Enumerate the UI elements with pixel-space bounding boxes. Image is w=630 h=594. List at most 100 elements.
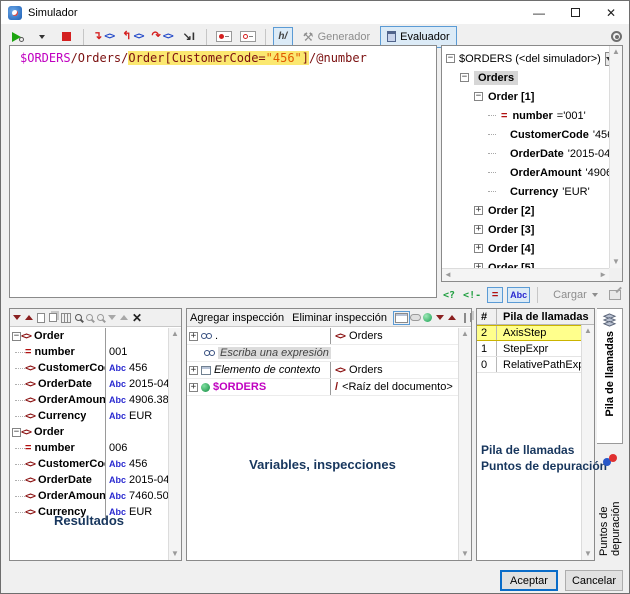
tree-node-order-4[interactable]: Order [4] [446, 239, 609, 258]
expand-icon[interactable] [474, 206, 483, 215]
scroll-up-icon[interactable]: ▲ [171, 330, 179, 338]
result-row[interactable]: <>OrderAmount Abc7460.50 [10, 488, 168, 504]
scroll-up-icon[interactable]: ▲ [584, 327, 592, 335]
tree-node-order-1[interactable]: Order [1] [446, 87, 609, 106]
tree-attr-number[interactable]: = number ='001' [446, 106, 609, 125]
tree-node-order-5[interactable]: Order [5] [446, 258, 609, 268]
variable-row-orders[interactable]: $ORDERS /<Raíz del documento> [187, 379, 458, 396]
context-element-row[interactable]: Elemento de contexto <>Orders [187, 362, 458, 379]
tree-node-orderdate[interactable]: OrderDate '2015-04-03' [446, 144, 609, 163]
clear-results-icon[interactable]: ✕ [132, 312, 142, 324]
settings-gear-icon[interactable] [611, 31, 622, 42]
show-context-toggle-icon[interactable] [410, 314, 421, 321]
move-down-icon[interactable] [108, 315, 116, 320]
watch-row-new-entry[interactable]: Escriba una expresión de inspe [187, 345, 458, 362]
tree-node-orderamount[interactable]: OrderAmount '4906.38' [446, 163, 609, 182]
collapse-icon[interactable] [474, 92, 483, 101]
minimize-icon[interactable]: — [521, 1, 557, 24]
watch-row-context-dot[interactable]: . <>Orders [187, 328, 458, 345]
show-attributes-toggle[interactable]: = [487, 287, 503, 303]
step-into-button[interactable]: ↴<> [91, 27, 116, 47]
result-row[interactable]: =number 001 [10, 344, 168, 360]
scroll-up-icon[interactable]: ▲ [461, 330, 469, 338]
scroll-down-icon[interactable]: ▼ [461, 550, 469, 558]
step-out-button[interactable]: ↰<> [120, 27, 145, 47]
vertical-scrollbar[interactable]: ▲ ▼ [581, 325, 594, 560]
columns-icon[interactable] [61, 313, 71, 323]
result-row[interactable]: <>CustomerCode Abc456 [10, 360, 168, 376]
edit-source-icon[interactable] [609, 290, 621, 300]
step-over-button[interactable]: ↷<> [150, 27, 175, 47]
show-variables-toggle-icon[interactable] [423, 313, 432, 322]
expand-icon[interactable] [189, 383, 198, 392]
search-next-icon[interactable] [86, 314, 93, 321]
insert-breakpoint-button[interactable] [214, 27, 234, 47]
scroll-up-icon[interactable]: ▲ [612, 48, 620, 56]
copy-icon[interactable] [49, 313, 57, 322]
result-row[interactable]: <>OrderAmount Abc4906.38 [10, 392, 168, 408]
collapse-icon[interactable] [12, 332, 21, 341]
tree-node-order-3[interactable]: Order [3] [446, 220, 609, 239]
tab-breakpoints[interactable]: Puntos de depuración [597, 450, 623, 560]
result-row[interactable]: =number 006 [10, 440, 168, 456]
expand-icon[interactable] [474, 244, 483, 253]
tree-node-order-2[interactable]: Order [2] [446, 201, 609, 220]
vertical-scrollbar[interactable]: ▲ ▼ [458, 328, 471, 560]
collapse-icon[interactable] [12, 428, 21, 437]
callstack-row-current[interactable]: 2 AxisStep [477, 325, 581, 341]
callstack-row[interactable]: 0 RelativePathExpr [477, 357, 581, 373]
document-icon[interactable] [37, 313, 45, 323]
collapse-icon[interactable] [446, 54, 455, 63]
scroll-left-icon[interactable]: ◄ [444, 271, 452, 279]
vertical-scrollbar[interactable]: ▲ ▼ [609, 46, 622, 268]
run-dropdown[interactable] [32, 27, 52, 47]
prev-result-icon[interactable] [25, 315, 33, 320]
result-row[interactable]: <>OrderDate Abc2015-04-03 [10, 376, 168, 392]
stop-button[interactable] [56, 27, 76, 47]
run-button[interactable] [8, 27, 28, 47]
expand-icon[interactable] [189, 332, 198, 341]
load-button[interactable]: Cargar [553, 289, 598, 301]
remove-watch-button[interactable]: Eliminar inspección [292, 312, 387, 324]
result-row[interactable]: <>Order [10, 328, 168, 344]
scroll-down-icon[interactable]: ▼ [171, 550, 179, 558]
tree-node-currency[interactable]: Currency 'EUR' [446, 182, 609, 201]
expand-icon[interactable] [474, 225, 483, 234]
scroll-down-icon[interactable]: ▼ [584, 550, 592, 558]
copy-icon[interactable] [470, 313, 472, 322]
move-up-icon[interactable] [448, 315, 456, 320]
scroll-right-icon[interactable]: ► [599, 271, 607, 279]
vertical-scrollbar[interactable]: ▲ ▼ [168, 328, 181, 560]
result-row[interactable]: <>OrderDate Abc2015-04-07 [10, 472, 168, 488]
run-to-cursor-button[interactable]: ↘I [179, 27, 199, 47]
expand-icon[interactable] [189, 366, 198, 375]
collapse-icon[interactable] [460, 73, 469, 82]
cancel-button[interactable]: Cancelar [565, 570, 623, 591]
horizontal-scrollbar[interactable]: ◄ ► [442, 268, 609, 281]
move-up-icon[interactable] [120, 315, 128, 320]
close-icon[interactable]: ✕ [593, 1, 629, 24]
next-result-icon[interactable] [13, 315, 21, 320]
result-row[interactable]: <>Currency AbcEUR [10, 408, 168, 424]
remove-breakpoints-button[interactable] [238, 27, 258, 47]
show-watches-toggle-icon[interactable] [395, 313, 408, 323]
show-comments-toggle[interactable]: <!- [461, 287, 483, 303]
xpath-mode-toggle[interactable]: h/ [273, 27, 293, 47]
show-text-toggle[interactable]: Abc [507, 287, 530, 303]
scroll-down-icon[interactable]: ▼ [612, 258, 620, 266]
result-row[interactable]: <>Order [10, 424, 168, 440]
maximize-icon[interactable] [557, 1, 593, 24]
search-prev-icon[interactable] [97, 314, 104, 321]
search-icon[interactable] [75, 314, 82, 321]
tree-node-customercode[interactable]: CustomerCode '456' [446, 125, 609, 144]
show-pi-toggle[interactable]: <? [441, 287, 457, 303]
callstack-row[interactable]: 1 StepExpr [477, 341, 581, 357]
accept-button[interactable]: Aceptar [500, 570, 558, 591]
tree-node-orders[interactable]: Orders [446, 68, 609, 87]
move-down-icon[interactable] [436, 315, 444, 320]
document-icon[interactable] [464, 313, 466, 323]
add-watch-button[interactable]: Agregar inspección [190, 312, 284, 324]
watch-placeholder[interactable]: Escriba una expresión de inspe [218, 347, 331, 359]
result-row[interactable]: <>CustomerCode Abc456 [10, 456, 168, 472]
xpath-expression-editor[interactable]: $ORDERS/Orders/Order[CustomerCode="456"]… [9, 45, 437, 298]
